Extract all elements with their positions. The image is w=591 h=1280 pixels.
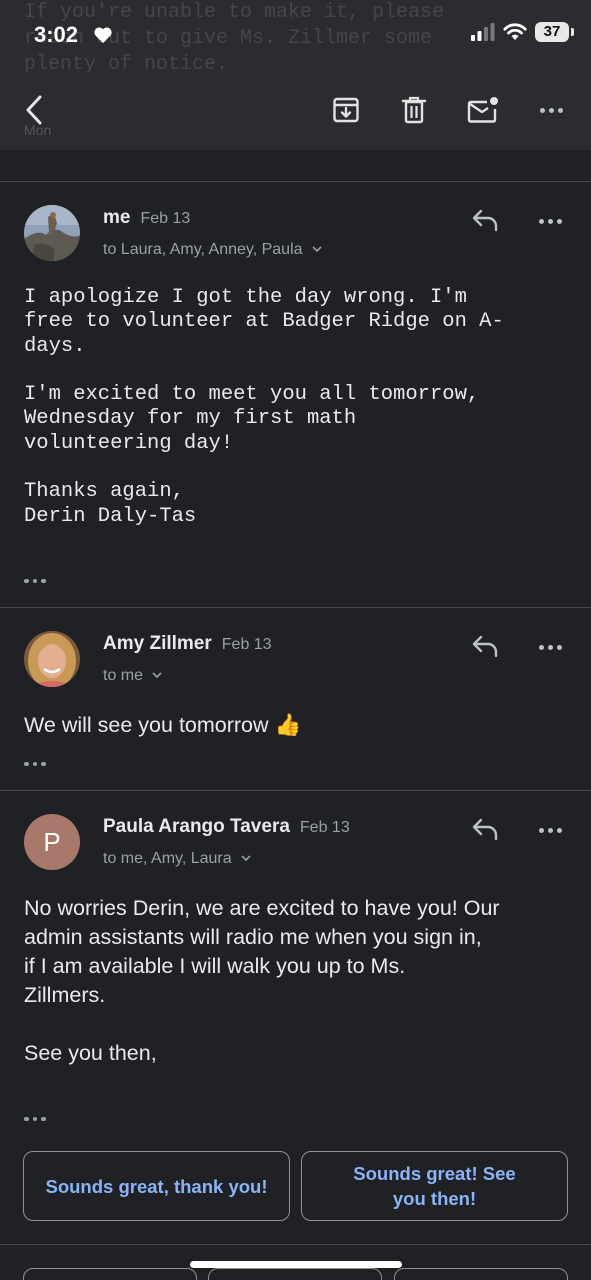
reply-icon [472, 818, 498, 841]
reply-icon [472, 209, 498, 232]
message-more-button[interactable] [531, 206, 569, 236]
smart-reply-button[interactable]: Sounds great, thank you! [23, 1151, 290, 1221]
sender-line: Amy Zillmer Feb 13 [103, 633, 272, 655]
recipients-text: to me [103, 667, 144, 684]
sender-name: me [103, 207, 131, 228]
chevron-left-icon [26, 95, 42, 125]
archive-icon [333, 97, 359, 123]
message-date: Feb 13 [299, 819, 350, 836]
avatar[interactable] [24, 205, 80, 261]
sender-name: Amy Zillmer [103, 633, 212, 654]
sender-name: Paula Arango Tavera [103, 816, 290, 837]
message-body: No worries Derin, we are excited to have… [24, 896, 500, 1065]
more-horizontal-icon [539, 107, 563, 113]
email-toolbar: Mon [0, 72, 591, 150]
sender-line: Paula Arango Tavera Feb 13 [103, 816, 350, 838]
recipients-toggle[interactable]: to me, Amy, Laura [103, 850, 252, 868]
action-chip[interactable] [208, 1268, 382, 1280]
reply-button[interactable] [470, 207, 508, 237]
message-date: Feb 13 [221, 636, 272, 653]
signal-icon [471, 23, 495, 41]
chevron-down-icon [241, 855, 251, 862]
battery-indicator: 37 [535, 22, 574, 42]
avatar-photo [24, 205, 80, 261]
chevron-down-icon [312, 246, 322, 253]
more-horizontal-icon [538, 644, 562, 650]
recipients-toggle[interactable]: to me [103, 667, 163, 685]
show-trimmed-content-button[interactable] [24, 758, 52, 770]
divider [0, 1244, 591, 1245]
status-icons: 37 [471, 22, 574, 42]
more-horizontal-icon [538, 827, 562, 833]
heart-icon [94, 27, 112, 43]
home-indicator[interactable] [190, 1261, 402, 1268]
reply-button[interactable] [470, 816, 508, 846]
ellipsis-icon [24, 761, 46, 767]
recipients-text: to Laura, Amy, Anney, Paula [103, 241, 303, 258]
chevron-down-icon [152, 672, 163, 679]
status-bar: If you're unable to make it, please reac… [0, 0, 591, 76]
sender-line: me Feb 13 [103, 207, 190, 229]
trash-icon [401, 96, 427, 124]
message-date: Feb 13 [140, 210, 191, 227]
archive-button[interactable] [326, 90, 366, 130]
more-options-button[interactable] [531, 90, 571, 130]
avatar-letter: P [43, 826, 61, 857]
ellipsis-icon [24, 578, 46, 584]
mark-unread-button[interactable] [463, 90, 503, 130]
ellipsis-icon [24, 1116, 46, 1122]
avatar[interactable]: P [24, 814, 80, 870]
action-chip[interactable] [23, 1268, 197, 1280]
show-trimmed-content-button[interactable] [24, 1113, 52, 1125]
wifi-icon [503, 23, 527, 40]
avatar-photo [24, 631, 80, 687]
message-body: I apologize I got the day wrong. I'm fre… [24, 286, 504, 528]
mail-unread-icon [467, 97, 498, 123]
message-card[interactable]: me Feb 13 to Laura, Amy, Anney, Paula I a… [0, 182, 591, 607]
message-card[interactable]: Amy Zillmer Feb 13 to me We will see you … [0, 608, 591, 790]
clock: 3:02 [34, 22, 79, 47]
message-more-button[interactable] [531, 815, 569, 845]
show-trimmed-content-button[interactable] [24, 575, 52, 587]
reply-button[interactable] [470, 633, 508, 663]
message-body: We will see you tomorrow 👍 [24, 713, 302, 737]
smart-reply-button[interactable]: Sounds great! See you then! [301, 1151, 568, 1221]
message-more-button[interactable] [531, 632, 569, 662]
reply-icon [472, 635, 498, 658]
avatar[interactable] [24, 631, 80, 687]
delete-button[interactable] [394, 90, 434, 130]
recipients-toggle[interactable]: to Laura, Amy, Anney, Paula [103, 241, 323, 259]
action-chip[interactable] [394, 1268, 568, 1280]
recipients-text: to me, Amy, Laura [103, 850, 232, 867]
more-horizontal-icon [538, 218, 562, 224]
back-button[interactable] [14, 90, 54, 130]
